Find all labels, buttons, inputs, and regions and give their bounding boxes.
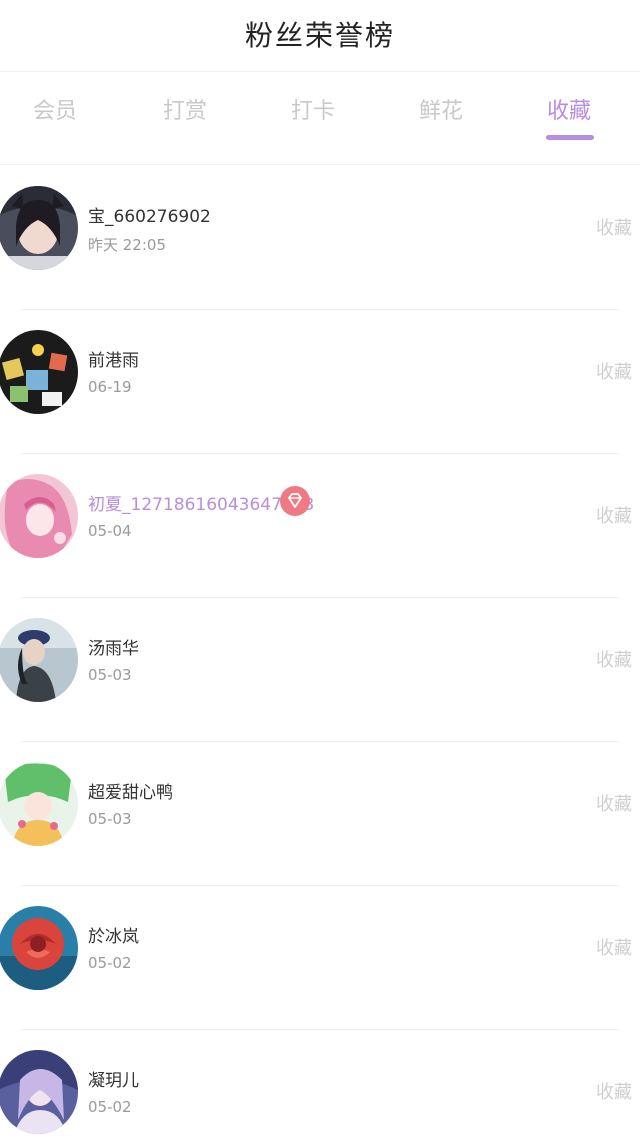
user-name: 超爱甜心鸭 <box>88 783 173 803</box>
timestamp: 昨天 22:05 <box>88 236 166 254</box>
page-title: 粉丝荣誉榜 <box>244 19 395 52</box>
list-item[interactable]: 前港雨 06-19 收藏 <box>0 310 640 454</box>
avatar <box>0 762 78 846</box>
avatar <box>0 618 78 702</box>
header-bar: 粉丝荣誉榜 <box>0 0 640 72</box>
timestamp: 05-04 <box>88 522 132 540</box>
vip-diamond-icon <box>280 486 310 516</box>
tab-reward[interactable]: 打赏 <box>140 93 230 125</box>
favorite-label: 收藏 <box>596 794 632 815</box>
user-name: 前港雨 <box>88 351 139 371</box>
list-item[interactable]: 於冰岚 05-02 收藏 <box>0 886 640 1030</box>
tab-flowers[interactable]: 鲜花 <box>396 93 486 125</box>
favorite-label: 收藏 <box>596 218 632 239</box>
list-item[interactable]: 超爱甜心鸭 05-03 收藏 <box>0 742 640 886</box>
user-name: 汤雨华 <box>88 639 139 659</box>
timestamp: 05-03 <box>88 666 132 684</box>
avatar <box>0 1050 78 1134</box>
user-name: 凝玥儿 <box>88 1071 139 1091</box>
timestamp: 05-03 <box>88 810 132 828</box>
tab-member[interactable]: 会员 <box>10 93 100 125</box>
timestamp: 05-02 <box>88 954 132 972</box>
user-name: 宝_660276902 <box>88 207 211 227</box>
list-item[interactable]: 汤雨华 05-03 收藏 <box>0 598 640 742</box>
user-name: 於冰岚 <box>88 927 139 947</box>
favorite-label: 收藏 <box>596 1082 632 1103</box>
avatar <box>0 186 78 270</box>
favorite-label: 收藏 <box>596 362 632 383</box>
timestamp: 05-02 <box>88 1098 132 1116</box>
list-item[interactable]: 初夏_12718616043647713 05-04 收藏 <box>0 454 640 598</box>
avatar <box>0 330 78 414</box>
list-item[interactable]: 宝_660276902 昨天 22:05 收藏 <box>0 166 640 310</box>
avatar <box>0 474 78 558</box>
tab-bar: 会员 打赏 打卡 鲜花 收藏 <box>0 73 640 165</box>
favorite-label: 收藏 <box>596 506 632 527</box>
favorite-label: 收藏 <box>596 650 632 671</box>
favorite-label: 收藏 <box>596 938 632 959</box>
tab-favorites[interactable]: 收藏 <box>524 93 614 125</box>
active-tab-indicator <box>546 135 594 140</box>
avatar <box>0 906 78 990</box>
timestamp: 06-19 <box>88 378 132 396</box>
list-item[interactable]: 凝玥儿 05-02 收藏 <box>0 1030 640 1138</box>
tab-checkin[interactable]: 打卡 <box>268 93 358 125</box>
